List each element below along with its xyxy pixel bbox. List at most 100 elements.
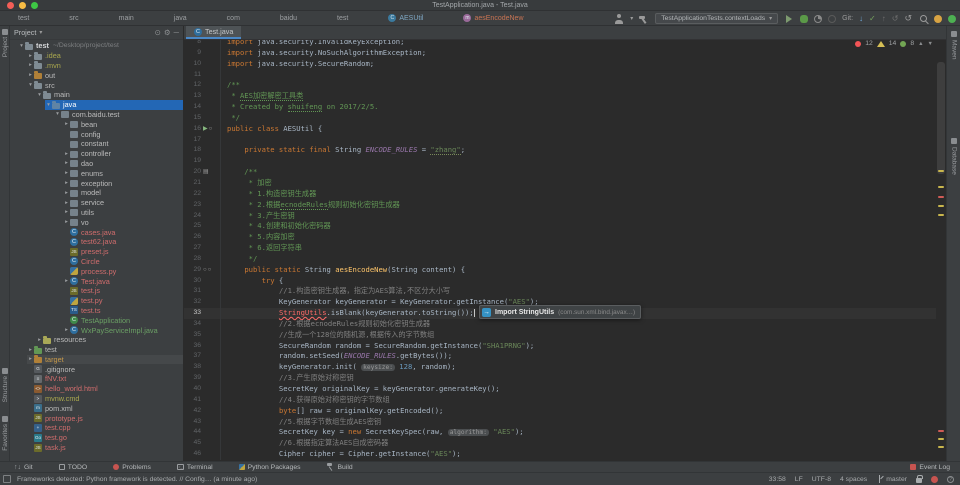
- collapsed-arrow-icon[interactable]: ▸: [27, 53, 34, 59]
- code-line[interactable]: 34 //2.根据ecnodeRules规则初始化密钥生成器: [184, 319, 936, 330]
- tree-item[interactable]: ▸dao: [10, 159, 183, 169]
- code-line[interactable]: 31 //1.构造密钥生成器，指定为AES算法,不区分大小写: [184, 286, 936, 297]
- tree-item[interactable]: ▸model: [10, 188, 183, 198]
- tree-item[interactable]: mpom.xml: [10, 403, 183, 413]
- warning-stripe-mark[interactable]: [938, 186, 944, 188]
- tree-item[interactable]: CCircle: [10, 257, 183, 267]
- tool-tab-structure[interactable]: Structure: [0, 368, 10, 402]
- code-line[interactable]: 17: [184, 135, 936, 146]
- tool-window-button-terminal[interactable]: >_Terminal: [177, 464, 213, 471]
- tool-window-switcher-icon[interactable]: [3, 475, 11, 483]
- code-line[interactable]: 30 try {: [184, 276, 936, 287]
- breadcrumb-item[interactable]: baidu: [280, 15, 297, 22]
- collapsed-arrow-icon[interactable]: ▸: [63, 121, 70, 127]
- debug-icon[interactable]: [800, 15, 808, 23]
- code-line[interactable]: 26 * 5.内容加密: [184, 232, 936, 243]
- collapsed-arrow-icon[interactable]: ▸: [27, 347, 34, 353]
- tree-item[interactable]: Ccases.java: [10, 227, 183, 237]
- collapsed-arrow-icon[interactable]: ▸: [63, 200, 70, 206]
- status-widget-master[interactable]: master: [876, 475, 907, 483]
- code-line[interactable]: 46 Cipher cipher = Cipher.getInstance("A…: [184, 449, 936, 460]
- code-line[interactable]: 21 * 加密: [184, 178, 936, 189]
- breadcrumb-item[interactable]: test: [337, 15, 348, 22]
- collapsed-arrow-icon[interactable]: ▸: [63, 327, 70, 333]
- collapsed-arrow-icon[interactable]: ▸: [63, 209, 70, 215]
- code-line[interactable]: 18 private static final String ENCODE_RU…: [184, 145, 936, 156]
- code-area[interactable]: 8import java.security.InvalidKeyExceptio…: [184, 40, 936, 461]
- breadcrumb-method[interactable]: maesEncodeNew: [463, 14, 523, 22]
- tree-item[interactable]: ▸test: [10, 345, 183, 355]
- tree-item[interactable]: Gotest.go: [10, 433, 183, 443]
- collapsed-arrow-icon[interactable]: ▸: [63, 219, 70, 225]
- circle-gutter-icon[interactable]: ○: [209, 126, 214, 132]
- tree-item[interactable]: ▸resources: [10, 335, 183, 345]
- collapsed-arrow-icon[interactable]: ▸: [63, 278, 70, 284]
- git-commit-icon[interactable]: ✓: [869, 14, 876, 23]
- collapsed-arrow-icon[interactable]: ▸: [27, 356, 34, 362]
- code-line[interactable]: 16▶○public class AESUtil {: [184, 124, 936, 135]
- tree-item[interactable]: ▸service: [10, 198, 183, 208]
- hide-icon[interactable]: ─: [174, 28, 179, 37]
- build-hammer-icon[interactable]: [639, 14, 649, 24]
- collapsed-arrow-icon[interactable]: ▸: [63, 190, 70, 196]
- gear-icon[interactable]: ⚙: [164, 28, 171, 37]
- tree-item[interactable]: ▸out: [10, 70, 183, 80]
- code-line[interactable]: 42 byte[] raw = originalKey.getEncoded()…: [184, 406, 936, 417]
- collapsed-arrow-icon[interactable]: ▸: [27, 62, 34, 68]
- error-stripe-mark[interactable]: [938, 196, 944, 198]
- breadcrumb-class[interactable]: CAESUtil: [388, 14, 423, 22]
- tool-tab-maven[interactable]: Maven: [947, 31, 960, 60]
- tool-window-button-python-packages[interactable]: Python Packages: [239, 464, 301, 471]
- code-line[interactable]: 19: [184, 156, 936, 167]
- code-line[interactable]: 14 * Created by shuifeng on 2017/2/5.: [184, 102, 936, 113]
- code-line[interactable]: 37 random.setSeed(ENCODE_RULES.getBytes(…: [184, 351, 936, 362]
- tool-tab-database[interactable]: Database: [947, 138, 960, 175]
- code-line[interactable]: 43 //5.根据字节数组生成AES密钥: [184, 417, 936, 428]
- tree-item[interactable]: >mvnw.cmd: [10, 394, 183, 404]
- tree-item[interactable]: JStest.js: [10, 286, 183, 296]
- tree-item[interactable]: ▸.mvn: [10, 61, 183, 71]
- project-panel-title[interactable]: Project: [14, 28, 36, 37]
- tree-item[interactable]: ▾main: [10, 90, 183, 100]
- tree-item[interactable]: G.gitignore: [10, 364, 183, 374]
- breadcrumb-item[interactable]: main: [119, 15, 134, 22]
- collapsed-arrow-icon[interactable]: ▸: [63, 160, 70, 166]
- tree-item[interactable]: ▸enums: [10, 168, 183, 178]
- code-line[interactable]: 23 * 2.根据ecnodeRules规则初始化密钥生成器: [184, 200, 936, 211]
- next-error-icon[interactable]: ▼: [928, 41, 933, 47]
- tool-tab-project[interactable]: Project: [0, 29, 10, 57]
- expanded-arrow-icon[interactable]: ▾: [18, 43, 25, 49]
- warning-stripe-mark[interactable]: [938, 446, 944, 448]
- tree-item[interactable]: ▸controller: [10, 149, 183, 159]
- collapsed-arrow-icon[interactable]: ▸: [63, 151, 70, 157]
- status-widget-LF[interactable]: LF: [795, 476, 803, 483]
- tree-item[interactable]: ▾java: [10, 100, 183, 110]
- import-class-popup[interactable]: → Import StringUtils (com.sun.xml.bind.j…: [479, 305, 641, 319]
- plugin-orange-icon[interactable]: [934, 15, 942, 23]
- tree-item[interactable]: ▸vo: [10, 217, 183, 227]
- user-icon[interactable]: [614, 14, 624, 24]
- tree-item[interactable]: JSpreset.js: [10, 247, 183, 257]
- inspections-widget[interactable]: 12 14 8 ▲ ▼: [855, 40, 933, 47]
- tool-window-button-problems[interactable]: Problems: [113, 464, 151, 471]
- warning-stripe-mark[interactable]: [938, 438, 944, 440]
- code-line[interactable]: 39 //3.产生原始对称密钥: [184, 373, 936, 384]
- tree-item[interactable]: ▸CWxPayServiceImpl.java: [10, 325, 183, 335]
- tree-item[interactable]: test.py: [10, 296, 183, 306]
- warning-stripe-mark[interactable]: [938, 205, 944, 207]
- warning-stripe-mark[interactable]: [938, 170, 944, 172]
- tree-item[interactable]: JSprototype.js: [10, 413, 183, 423]
- code-line[interactable]: 27 * 6.返回字符串: [184, 243, 936, 254]
- code-line[interactable]: 41 //4.获得原始对称密钥的字节数组: [184, 395, 936, 406]
- tree-item[interactable]: JStask.js: [10, 443, 183, 453]
- tree-item[interactable]: ▸CTest.java: [10, 276, 183, 286]
- breadcrumb-item[interactable]: test: [18, 15, 29, 22]
- tree-item[interactable]: ≡fNV.txt: [10, 374, 183, 384]
- tree-item[interactable]: <>hello_world.html: [10, 384, 183, 394]
- tree-item[interactable]: ▾com.baidu.test: [10, 110, 183, 120]
- code-line[interactable]: 12/**: [184, 80, 936, 91]
- run-configuration-select[interactable]: TestApplicationTests.contextLoads ▾: [655, 13, 778, 24]
- collapsed-arrow-icon[interactable]: ▸: [63, 170, 70, 176]
- code-line[interactable]: 35 //生成一个128位的随机源,根据传入的字节数组: [184, 330, 936, 341]
- tree-item[interactable]: +test.cpp: [10, 423, 183, 433]
